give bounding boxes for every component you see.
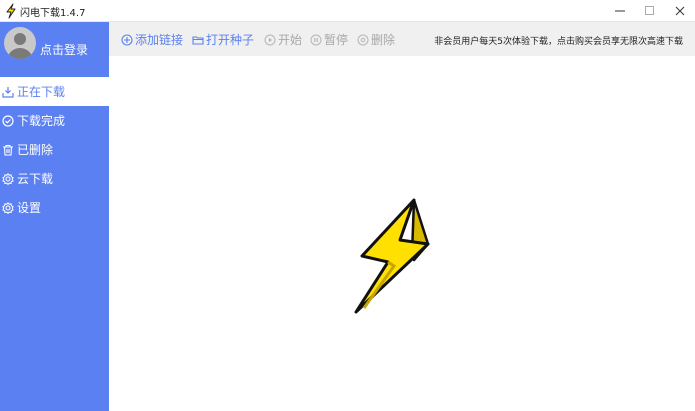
delete-button[interactable]: 删除 [357, 31, 395, 48]
window-title: 闪电下载1.4.7 [20, 8, 86, 19]
avatar-head [14, 33, 26, 45]
open-torrent-button[interactable]: 打开种子 [192, 31, 254, 48]
minimize-icon [615, 10, 625, 12]
sidebar-item-downloading[interactable]: 正在下载 [0, 77, 109, 106]
minimize-button[interactable] [605, 0, 635, 22]
login-area[interactable]: 点击登录 [0, 22, 109, 76]
app-lightning-icon [6, 3, 16, 19]
sidebar-item-label: 设置 [17, 201, 42, 215]
cloud-gear-icon [2, 172, 14, 185]
folder-icon [192, 35, 204, 45]
delete-label: 删除 [371, 33, 396, 47]
sidebar-item-label: 已删除 [17, 143, 54, 157]
start-button[interactable]: 开始 [264, 31, 302, 48]
start-label: 开始 [278, 33, 303, 47]
sidebar-item-settings[interactable]: 设置 [0, 193, 109, 222]
add-circle-icon [121, 33, 133, 46]
download-list-area [109, 56, 695, 411]
check-circle-icon [2, 114, 14, 127]
avatar-body [7, 48, 33, 59]
close-icon [675, 6, 685, 16]
sidebar-item-deleted[interactable]: 已删除 [0, 135, 109, 164]
gear-icon [2, 201, 14, 214]
maximize-button[interactable] [635, 0, 665, 22]
login-label[interactable]: 点击登录 [40, 41, 88, 58]
trash-icon [3, 144, 13, 156]
maximize-icon [645, 6, 654, 15]
pause-button[interactable]: 暂停 [310, 31, 348, 48]
sidebar-item-completed[interactable]: 下载完成 [0, 106, 109, 135]
vip-notice-link[interactable]: 非会员用户每天5次体验下载，点击购买会员享无限次高速下载 [434, 34, 683, 47]
lightning-logo-icon [354, 198, 430, 314]
toolbar: 添加链接 打开种子 开始 暂停 删除 非会员用户每天5次体验下载，点击购买会员享… [109, 22, 695, 56]
title-bar: 闪电下载1.4.7 [0, 0, 695, 22]
sidebar-item-label: 正在下载 [17, 85, 66, 99]
add-link-button[interactable]: 添加链接 [121, 31, 183, 48]
download-icon [2, 86, 14, 98]
pause-label: 暂停 [324, 33, 349, 47]
add-link-label: 添加链接 [135, 33, 184, 47]
delete-circle-icon [357, 34, 369, 45]
sidebar: 点击登录 正在下载 下载完成 已删除 云下载 设置 [0, 22, 109, 411]
sidebar-item-label: 下载完成 [17, 114, 66, 128]
play-icon [264, 34, 276, 45]
avatar[interactable] [4, 27, 36, 59]
sidebar-item-cloud-download[interactable]: 云下载 [0, 164, 109, 193]
pause-icon [310, 34, 322, 45]
open-torrent-label: 打开种子 [206, 33, 255, 47]
close-button[interactable] [665, 0, 695, 22]
sidebar-item-label: 云下载 [17, 172, 54, 186]
